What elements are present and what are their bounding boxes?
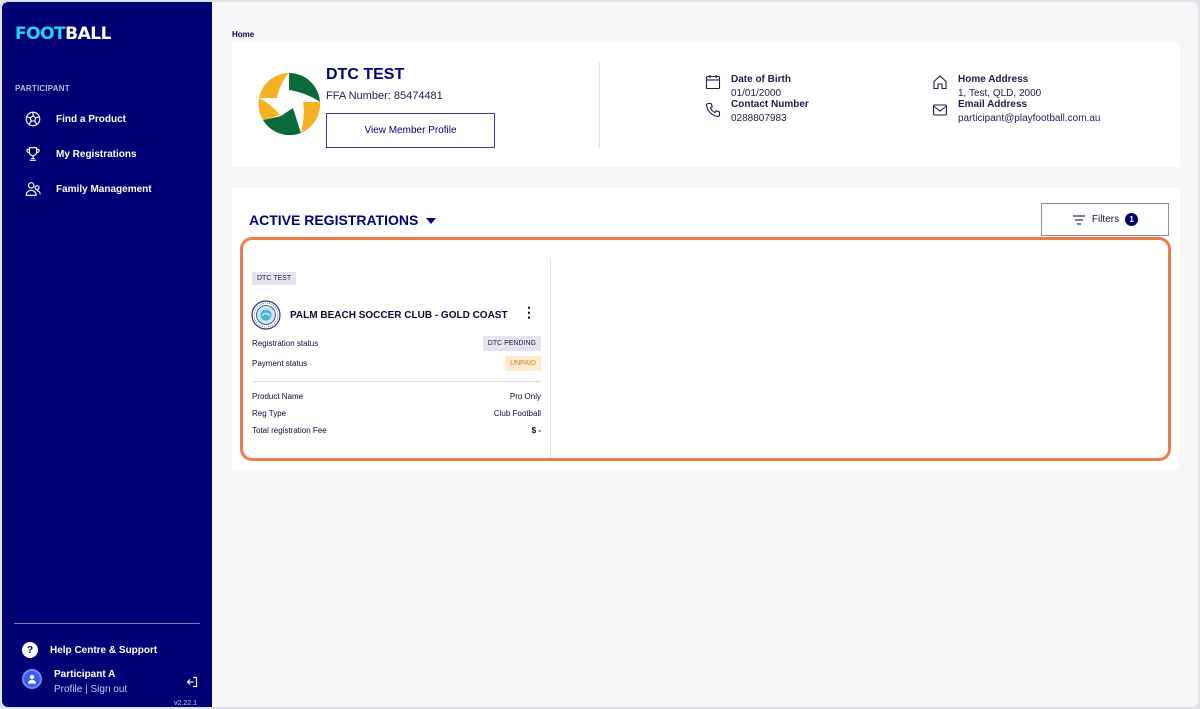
club-row: PALM BEACH SOCCER CLUB - GOLD COAST xyxy=(251,300,508,330)
product-name-label: Product Name xyxy=(252,392,304,401)
user-menu[interactable]: Participant A Profile | Sign out xyxy=(22,669,127,695)
main-content: Home DTC TEST FFA Number: 85474481 View … xyxy=(212,2,1198,707)
filter-icon xyxy=(1072,214,1085,225)
sidebar-item-find-a-product[interactable]: Find a Product xyxy=(24,108,126,130)
status-badge: DTC PENDING xyxy=(482,336,541,351)
payment-status-row: Payment status UNPAID xyxy=(252,356,541,371)
sidebar-item-label: My Registrations xyxy=(56,148,137,160)
address-email-block: Home Address 1, Test, QLD, 2000 Email Ad… xyxy=(932,74,1100,124)
filters-label: Filters xyxy=(1091,214,1120,225)
football-logo[interactable]: FOOTBALL xyxy=(15,24,111,44)
sidebar-item-label: Find a Product xyxy=(56,113,126,125)
section-label-participant: PARTICIPANT xyxy=(15,84,70,93)
reg-type-label: Reg Type xyxy=(252,409,287,418)
sidebar-divider xyxy=(14,623,200,624)
member-name: DTC TEST xyxy=(326,66,405,83)
phone-icon xyxy=(705,102,721,118)
calendar-icon xyxy=(705,75,721,90)
football-australia-logo xyxy=(258,72,321,136)
help-icon: ? xyxy=(22,642,38,658)
sign-out-icon[interactable] xyxy=(186,676,198,688)
reg-type-value: Club Football xyxy=(493,409,541,418)
fee-value: $ - xyxy=(531,426,541,435)
ffa-number: FFA Number: 85474481 xyxy=(326,90,443,102)
sidebar-item-family-management[interactable]: Family Management xyxy=(24,178,152,200)
family-icon xyxy=(25,182,41,196)
user-name: Participant A xyxy=(54,669,116,680)
member-profile-card: DTC TEST FFA Number: 85474481 View Membe… xyxy=(232,42,1180,167)
registration-item[interactable]: DTC TEST PALM BEACH SOCCER CLUB - GOLD C… xyxy=(249,258,551,458)
trophy-icon xyxy=(26,147,40,161)
profile-signout-links[interactable]: Profile | Sign out xyxy=(54,684,127,695)
more-options-icon[interactable]: ⋮ xyxy=(522,305,536,319)
dob-contact-block: Date of Birth 01/01/2000 Contact Number … xyxy=(705,74,809,124)
registration-status-label: Registration status xyxy=(252,339,319,348)
address-value: 1, Test, QLD, 2000 xyxy=(958,88,1042,99)
contact-label: Contact Number xyxy=(731,99,809,110)
fee-row: Total registration Fee $ - xyxy=(252,426,541,435)
logo-part-2: BALL xyxy=(65,24,111,44)
registration-status-row: Registration status DTC PENDING xyxy=(252,336,541,351)
dob-label: Date of Birth xyxy=(731,74,791,85)
dob-value: 01/01/2000 xyxy=(731,88,782,99)
address-label: Home Address xyxy=(958,74,1029,85)
home-icon xyxy=(933,75,947,90)
caret-down-icon xyxy=(426,217,437,224)
fee-label: Total registration Fee xyxy=(252,426,327,435)
participant-tag: DTC TEST xyxy=(252,272,297,285)
registrations-title: ACTIVE REGISTRATIONS xyxy=(249,212,419,228)
soccer-ball-icon xyxy=(25,111,41,127)
club-logo xyxy=(251,300,281,330)
product-name-row: Product Name Pro Only xyxy=(252,392,541,401)
filters-count-badge: 1 xyxy=(1125,213,1139,226)
help-label: Help Centre & Support xyxy=(50,644,158,656)
registrations-dropdown[interactable]: ACTIVE REGISTRATIONS xyxy=(249,212,437,228)
item-divider xyxy=(252,381,541,382)
user-icon xyxy=(28,674,36,684)
logo-part-1: FOOT xyxy=(15,24,66,44)
breadcrumb[interactable]: Home xyxy=(232,30,254,39)
payment-badge: UNPAID xyxy=(505,356,541,371)
view-member-profile-button[interactable]: View Member Profile xyxy=(326,113,495,148)
club-name: PALM BEACH SOCCER CLUB - GOLD COAST xyxy=(290,309,508,321)
active-registrations-card: ACTIVE REGISTRATIONS Filters 1 DTC TEST xyxy=(232,188,1180,470)
help-centre-link[interactable]: ? Help Centre & Support xyxy=(22,642,157,658)
contact-value: 0288807983 xyxy=(731,113,787,124)
sidebar-item-label: Family Management xyxy=(56,183,152,195)
sidebar-item-my-registrations[interactable]: My Registrations xyxy=(24,143,137,165)
app-version: v2.22.1 xyxy=(174,700,197,707)
mail-icon xyxy=(932,104,948,116)
profile-divider xyxy=(599,62,600,148)
payment-status-label: Payment status xyxy=(252,359,308,368)
sidebar: FOOTBALL PARTICIPANT Find a Product My R… xyxy=(2,2,212,707)
email-label: Email Address xyxy=(958,99,1028,110)
reg-type-row: Reg Type Club Football xyxy=(252,409,541,418)
email-value: participant@playfootball.com.au xyxy=(958,113,1101,124)
product-name-value: Pro Only xyxy=(509,392,541,401)
avatar xyxy=(22,669,42,689)
filters-button[interactable]: Filters 1 xyxy=(1041,203,1169,236)
